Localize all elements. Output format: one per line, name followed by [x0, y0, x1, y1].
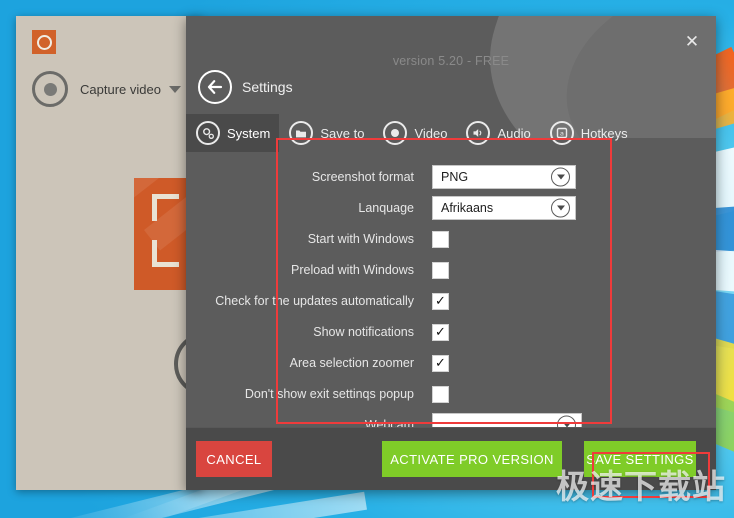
area-selection-zoomer-checkbox[interactable]: ✓	[432, 354, 449, 372]
form-row-check-updates: Check for the updates automatically ✓	[186, 286, 716, 316]
tab-label: System	[227, 125, 271, 141]
field-label: Check for the updates automatically	[215, 294, 414, 308]
form-row-preload-with-windows: Preload with Windows ✓	[186, 255, 716, 285]
tab-label: Save to	[320, 125, 365, 141]
tab-audio[interactable]: Audio	[456, 114, 539, 152]
form-row-exit-popup: Don't show exit settinqs popup ✓	[186, 379, 716, 409]
field-label: Preload with Windows	[291, 263, 414, 277]
check-updates-checkbox[interactable]: ✓	[432, 292, 449, 310]
capture-app-window: Capture video	[16, 16, 202, 490]
form-row-show-notifications: Show notifications ✓	[186, 317, 716, 347]
save-settings-button[interactable]: SAVE SETTINGS	[584, 441, 696, 477]
activate-pro-button[interactable]: ACTIVATE PRO VERSION	[382, 441, 562, 477]
tab-video[interactable]: Video	[373, 114, 456, 152]
form-row-start-with-windows: Start with Windows ✓	[186, 224, 716, 254]
settings-tabs: System Save to Video Audio a Hotkeys	[186, 114, 637, 152]
start-with-windows-checkbox[interactable]: ✓	[432, 230, 449, 248]
back-to-main-button[interactable]: Settings	[198, 70, 293, 104]
field-label: Screenshot format	[311, 170, 414, 184]
settings-form: Screenshot format PNG Lanquage Afrikaans	[186, 154, 716, 441]
record-icon	[383, 121, 408, 145]
chevron-down-icon	[551, 198, 570, 218]
form-row-screenshot-format: Screenshot format PNG	[186, 162, 716, 192]
screen-root: Capture video ✕ version 5.20 - FREE Sett…	[0, 0, 734, 518]
record-icon	[32, 71, 68, 107]
hide-exit-popup-checkbox[interactable]: ✓	[432, 385, 449, 403]
folder-icon	[289, 121, 314, 145]
tab-label: Audio	[497, 125, 531, 141]
close-icon[interactable]: ✕	[680, 30, 704, 54]
select-value: Afrikaans	[441, 201, 494, 215]
tab-hotkeys[interactable]: a Hotkeys	[540, 114, 637, 152]
gears-icon	[196, 121, 220, 145]
tab-save-to[interactable]: Save to	[279, 114, 373, 152]
tab-label: Video	[414, 125, 448, 141]
capture-logo-icon	[32, 30, 56, 54]
field-label: Don't show exit settinqs popup	[244, 387, 414, 401]
screenshot-format-select[interactable]: PNG	[432, 165, 576, 189]
dialog-footer: CANCEL ACTIVATE PRO VERSION SAVE SETTING…	[186, 427, 716, 490]
preload-with-windows-checkbox[interactable]: ✓	[432, 261, 449, 279]
show-notifications-checkbox[interactable]: ✓	[432, 323, 449, 341]
version-label: version 5.20 - FREE	[392, 54, 510, 68]
capture-video-control[interactable]: Capture video	[32, 68, 192, 110]
chevron-down-icon[interactable]	[168, 85, 181, 93]
form-row-area-selection-zoomer: Area selection zoomer ✓	[186, 348, 716, 378]
chevron-down-icon	[551, 167, 570, 187]
language-select[interactable]: Afrikaans	[432, 196, 576, 220]
speaker-icon	[466, 121, 491, 145]
capture-video-label: Capture video	[80, 81, 161, 97]
field-label: Lanquage	[358, 201, 414, 215]
select-value: PNG	[441, 170, 469, 184]
tab-system[interactable]: System	[186, 114, 280, 152]
field-label: Show notifications	[313, 325, 414, 339]
page-title: Settings	[242, 79, 293, 95]
field-label: Area selection zoomer	[289, 356, 414, 370]
svg-text:a: a	[560, 130, 564, 138]
back-arrow-icon	[198, 70, 232, 104]
field-label: Start with Windows	[307, 232, 414, 246]
cancel-button[interactable]: CANCEL	[196, 441, 272, 477]
settings-dialog: ✕ version 5.20 - FREE Settings System Sa…	[186, 16, 716, 490]
keyboard-icon: a	[549, 121, 574, 145]
form-row-language: Lanquage Afrikaans	[186, 193, 716, 223]
tab-label: Hotkeys	[580, 125, 628, 141]
